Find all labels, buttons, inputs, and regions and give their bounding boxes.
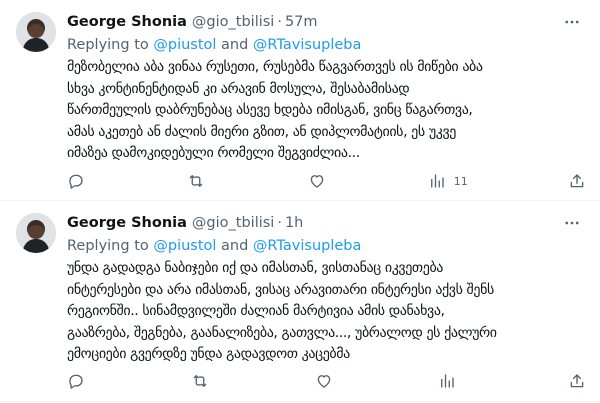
views-icon [441, 374, 454, 388]
replying-to: Replying to @piustol and @RTavisupleba [67, 37, 586, 53]
mention-link[interactable]: @RTavisupleba [253, 37, 361, 53]
separator-dot: · [277, 14, 282, 30]
more-horizontal-icon [565, 221, 579, 225]
replying-to: Replying to @piustol and @RTavisupleba [67, 238, 586, 254]
author-handle[interactable]: @gio_tbilisi [192, 14, 274, 30]
reply-button[interactable] [67, 372, 87, 390]
tweet-text-line: წართმეულის დაბრუნებაც ასევე ხდება იმისგა… [67, 102, 473, 119]
views-button[interactable]: 11 [428, 172, 468, 190]
tweet-text-line: სხვა კონტინენტიდან კი არავინ მოსულა, შეს… [67, 80, 410, 97]
author-name[interactable]: George Shonia [67, 215, 187, 231]
tweet-actions: 11 [67, 171, 588, 191]
more-options-button[interactable] [558, 12, 586, 32]
tweet-text: მეზობელია აბა ვინაა რუსეთი, რუსებმა წაგვ… [67, 57, 586, 165]
retweet-button[interactable] [187, 172, 207, 190]
views-button[interactable] [438, 372, 464, 390]
replying-to-label: Replying to [67, 238, 154, 254]
retweet-icon [193, 375, 207, 387]
tweet-text-line: გააზრება, შეგნება, გაანალიზება, გათვლა..… [67, 324, 497, 341]
separator-dot: · [277, 215, 282, 231]
mention-link[interactable]: @RTavisupleba [253, 238, 361, 254]
share-button[interactable] [568, 372, 588, 390]
author-handle[interactable]: @gio_tbilisi [192, 215, 274, 231]
tweet-text-line: რეგიონში.. სინამდვილეში ძალიან მარტივია … [67, 303, 445, 320]
replying-and: and [216, 238, 253, 254]
avatar[interactable] [16, 12, 56, 52]
mention-link[interactable]: @piustol [153, 37, 216, 53]
replying-and: and [216, 37, 253, 53]
tweet[interactable]: George Shonia @gio_tbilisi · 57m Replyin… [0, 0, 600, 201]
share-button[interactable] [568, 172, 588, 190]
tweet[interactable]: George Shonia @gio_tbilisi · 1h Replying… [0, 201, 600, 402]
tweet-text-line: ინტერესები და არა იმასთან, ვისაც არავითა… [67, 281, 494, 298]
more-options-button[interactable] [558, 213, 586, 233]
reply-icon [69, 174, 83, 189]
like-icon [310, 175, 323, 188]
replying-to-label: Replying to [67, 37, 154, 53]
tweet-text-line: მეზობელია აბა ვინაა რუსეთი, რუსებმა წაგვ… [67, 59, 483, 75]
tweet-actions [67, 371, 588, 391]
share-icon [570, 174, 584, 188]
tweet-text-line: იმაზეა დამოკიდებული რომელი შეგვიძლია... [67, 145, 360, 162]
tweet-text-line: ემოციები გვერდზე უნდა გადავდოთ კაცებმა [67, 346, 350, 363]
tweet-text: უნდა გადადგა ნაბიჯები იქ და იმასთან, ვის… [67, 258, 586, 366]
retweet-icon [189, 175, 203, 187]
tweet-timestamp[interactable]: 57m [285, 14, 318, 30]
views-count: 11 [453, 174, 468, 188]
reply-button[interactable] [67, 172, 87, 190]
tweet-text-line: ამას აკეთებ ან ძალის მიერი გზით, ან დიპლ… [67, 123, 456, 140]
tweet-timestamp[interactable]: 1h [285, 215, 303, 231]
like-icon [317, 375, 330, 388]
tweet-text-line: უნდა გადადგა ნაბიჯები იქ და იმასთან, ვის… [67, 260, 443, 276]
avatar[interactable] [16, 213, 56, 253]
like-button[interactable] [315, 372, 335, 390]
share-icon [570, 374, 584, 388]
reply-icon [69, 374, 83, 389]
retweet-button[interactable] [191, 372, 211, 390]
mention-link[interactable]: @piustol [153, 238, 216, 254]
views-icon [430, 174, 444, 188]
like-button[interactable] [308, 172, 328, 190]
author-name[interactable]: George Shonia [67, 14, 187, 30]
more-horizontal-icon [565, 20, 579, 24]
